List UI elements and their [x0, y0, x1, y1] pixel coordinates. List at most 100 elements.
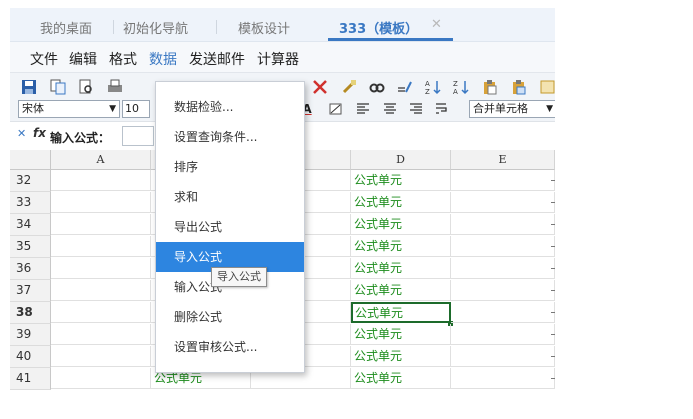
grid-cell[interactable]	[51, 258, 151, 279]
grid-cell[interactable]	[451, 302, 555, 323]
menu-item-export-formula[interactable]: 导出公式	[156, 212, 304, 242]
replace-icon[interactable]	[397, 79, 413, 95]
cell-d[interactable]: 公式单元	[351, 324, 451, 345]
grid-cell[interactable]	[51, 192, 151, 213]
svg-text:A: A	[425, 80, 430, 88]
delete-icon[interactable]	[312, 79, 328, 95]
menu-item-set-query-conditions[interactable]: 设置查询条件...	[156, 122, 304, 152]
column-header-d[interactable]: D	[351, 150, 451, 170]
menu-item-set-audit-formula[interactable]: 设置审核公式...	[156, 332, 304, 362]
merge-cells-label: 合并单元格	[473, 102, 528, 115]
menu-send-mail[interactable]: 发送邮件	[189, 49, 245, 69]
align-center-icon[interactable]	[382, 101, 398, 117]
formula-input[interactable]	[122, 126, 154, 146]
menu-data[interactable]: 数据	[149, 49, 177, 69]
menu-item-sum[interactable]: 求和	[156, 182, 304, 212]
grid-cell[interactable]	[51, 236, 151, 257]
cell-d[interactable]: 公式单元	[351, 170, 451, 191]
cell-d[interactable]: 公式单元	[351, 214, 451, 235]
more-icon[interactable]	[540, 79, 555, 95]
grid-cell[interactable]	[451, 192, 555, 213]
align-right-icon[interactable]	[408, 101, 424, 117]
grid-cell[interactable]	[451, 214, 555, 235]
fill-color-icon[interactable]	[328, 101, 344, 117]
tab-init-nav[interactable]: 初始化导航	[123, 18, 188, 37]
find-icon[interactable]	[369, 79, 385, 95]
tab-desktop[interactable]: 我的桌面	[40, 18, 92, 37]
tab-bar: 我的桌面 初始化导航 模板设计 333（模板） ✕	[10, 8, 555, 42]
data-menu-dropdown: 数据检验... 设置查询条件... 排序 求和 导出公式 导入公式 输入公式 删…	[155, 81, 305, 373]
grid-cell[interactable]	[51, 214, 151, 235]
grid-cell[interactable]	[51, 302, 151, 323]
column-f-edge-mark	[551, 378, 555, 379]
column-header-e[interactable]: E	[451, 150, 555, 170]
column-header-a[interactable]: A	[51, 150, 151, 170]
menu-format[interactable]: 格式	[109, 49, 137, 69]
save-icon[interactable]	[21, 79, 37, 95]
row-header[interactable]: 32	[10, 170, 51, 192]
sort-asc-icon[interactable]: AZ	[425, 79, 441, 95]
column-f-edge-mark	[551, 268, 555, 269]
print-preview-icon[interactable]	[78, 79, 94, 95]
wrap-text-icon[interactable]	[434, 101, 450, 117]
menu-calculator[interactable]: 计算器	[257, 49, 299, 69]
row-header[interactable]: 37	[10, 280, 51, 302]
grid-cell[interactable]	[451, 236, 555, 257]
fx-icon[interactable]: fx	[33, 126, 46, 140]
grid-cell[interactable]	[51, 280, 151, 301]
sort-desc-icon[interactable]: ZA	[453, 79, 469, 95]
paste-special-icon[interactable]	[511, 79, 527, 95]
tooltip: 导入公式	[211, 267, 267, 287]
grid-cell[interactable]	[51, 324, 151, 345]
cell-d[interactable]: 公式单元	[351, 368, 451, 389]
grid-cell[interactable]	[51, 346, 151, 367]
print-icon[interactable]	[107, 79, 123, 95]
paste-icon[interactable]	[482, 79, 498, 95]
grid-cell[interactable]	[451, 280, 555, 301]
tab-template-design[interactable]: 模板设计	[238, 18, 290, 37]
grid-cell[interactable]	[51, 368, 151, 389]
grid-cell[interactable]	[51, 170, 151, 191]
merge-cells-select[interactable]: 合并单元格 ▼	[469, 100, 555, 118]
copy-icon[interactable]	[50, 79, 66, 95]
font-size-select[interactable]: 10	[122, 100, 150, 118]
menu-item-sort[interactable]: 排序	[156, 152, 304, 182]
row-header[interactable]: 36	[10, 258, 51, 280]
cell-d[interactable]: 公式单元	[351, 236, 451, 257]
grid-cell[interactable]	[451, 170, 555, 191]
column-f-edge-mark	[551, 246, 555, 247]
grid-cell[interactable]	[451, 346, 555, 367]
grid-cell[interactable]	[451, 368, 555, 389]
align-left-icon[interactable]	[355, 101, 371, 117]
cell-d[interactable]: 公式单元	[351, 258, 451, 279]
row-header[interactable]: 38	[10, 302, 51, 324]
spreadsheet-app: 我的桌面 初始化导航 模板设计 333（模板） ✕ 文件 编辑 格式 数据 发送…	[10, 8, 555, 398]
menu-item-delete-formula[interactable]: 删除公式	[156, 302, 304, 332]
select-all-corner[interactable]	[10, 150, 51, 170]
menu-bar: 文件 编辑 格式 数据 发送邮件 计算器	[10, 42, 555, 73]
row-header[interactable]: 33	[10, 192, 51, 214]
row-header[interactable]: 35	[10, 236, 51, 258]
tab-333-template[interactable]: 333（模板）	[339, 18, 418, 37]
selected-cell-d[interactable]: 公式单元	[351, 302, 451, 323]
cell-d[interactable]: 公式单元	[351, 192, 451, 213]
tab-divider	[113, 20, 114, 34]
svg-text:Z: Z	[453, 80, 458, 88]
grid-cell[interactable]	[451, 324, 555, 345]
row-header[interactable]: 41	[10, 368, 51, 390]
cell-d[interactable]: 公式单元	[351, 346, 451, 367]
brush-icon[interactable]	[341, 79, 357, 95]
close-icon[interactable]: ✕	[431, 17, 442, 32]
svg-text:A: A	[453, 88, 458, 95]
cell-d[interactable]: 公式单元	[351, 280, 451, 301]
column-f-edge-mark	[551, 312, 555, 313]
menu-file[interactable]: 文件	[30, 49, 58, 69]
font-name-select[interactable]: 宋体 ▼	[18, 100, 120, 118]
row-header[interactable]: 40	[10, 346, 51, 368]
row-header[interactable]: 34	[10, 214, 51, 236]
grid-cell[interactable]	[451, 258, 555, 279]
menu-edit[interactable]: 编辑	[69, 49, 97, 69]
row-header[interactable]: 39	[10, 324, 51, 346]
cancel-formula-icon[interactable]: ✕	[17, 127, 26, 140]
menu-item-data-validate[interactable]: 数据检验...	[156, 92, 304, 122]
